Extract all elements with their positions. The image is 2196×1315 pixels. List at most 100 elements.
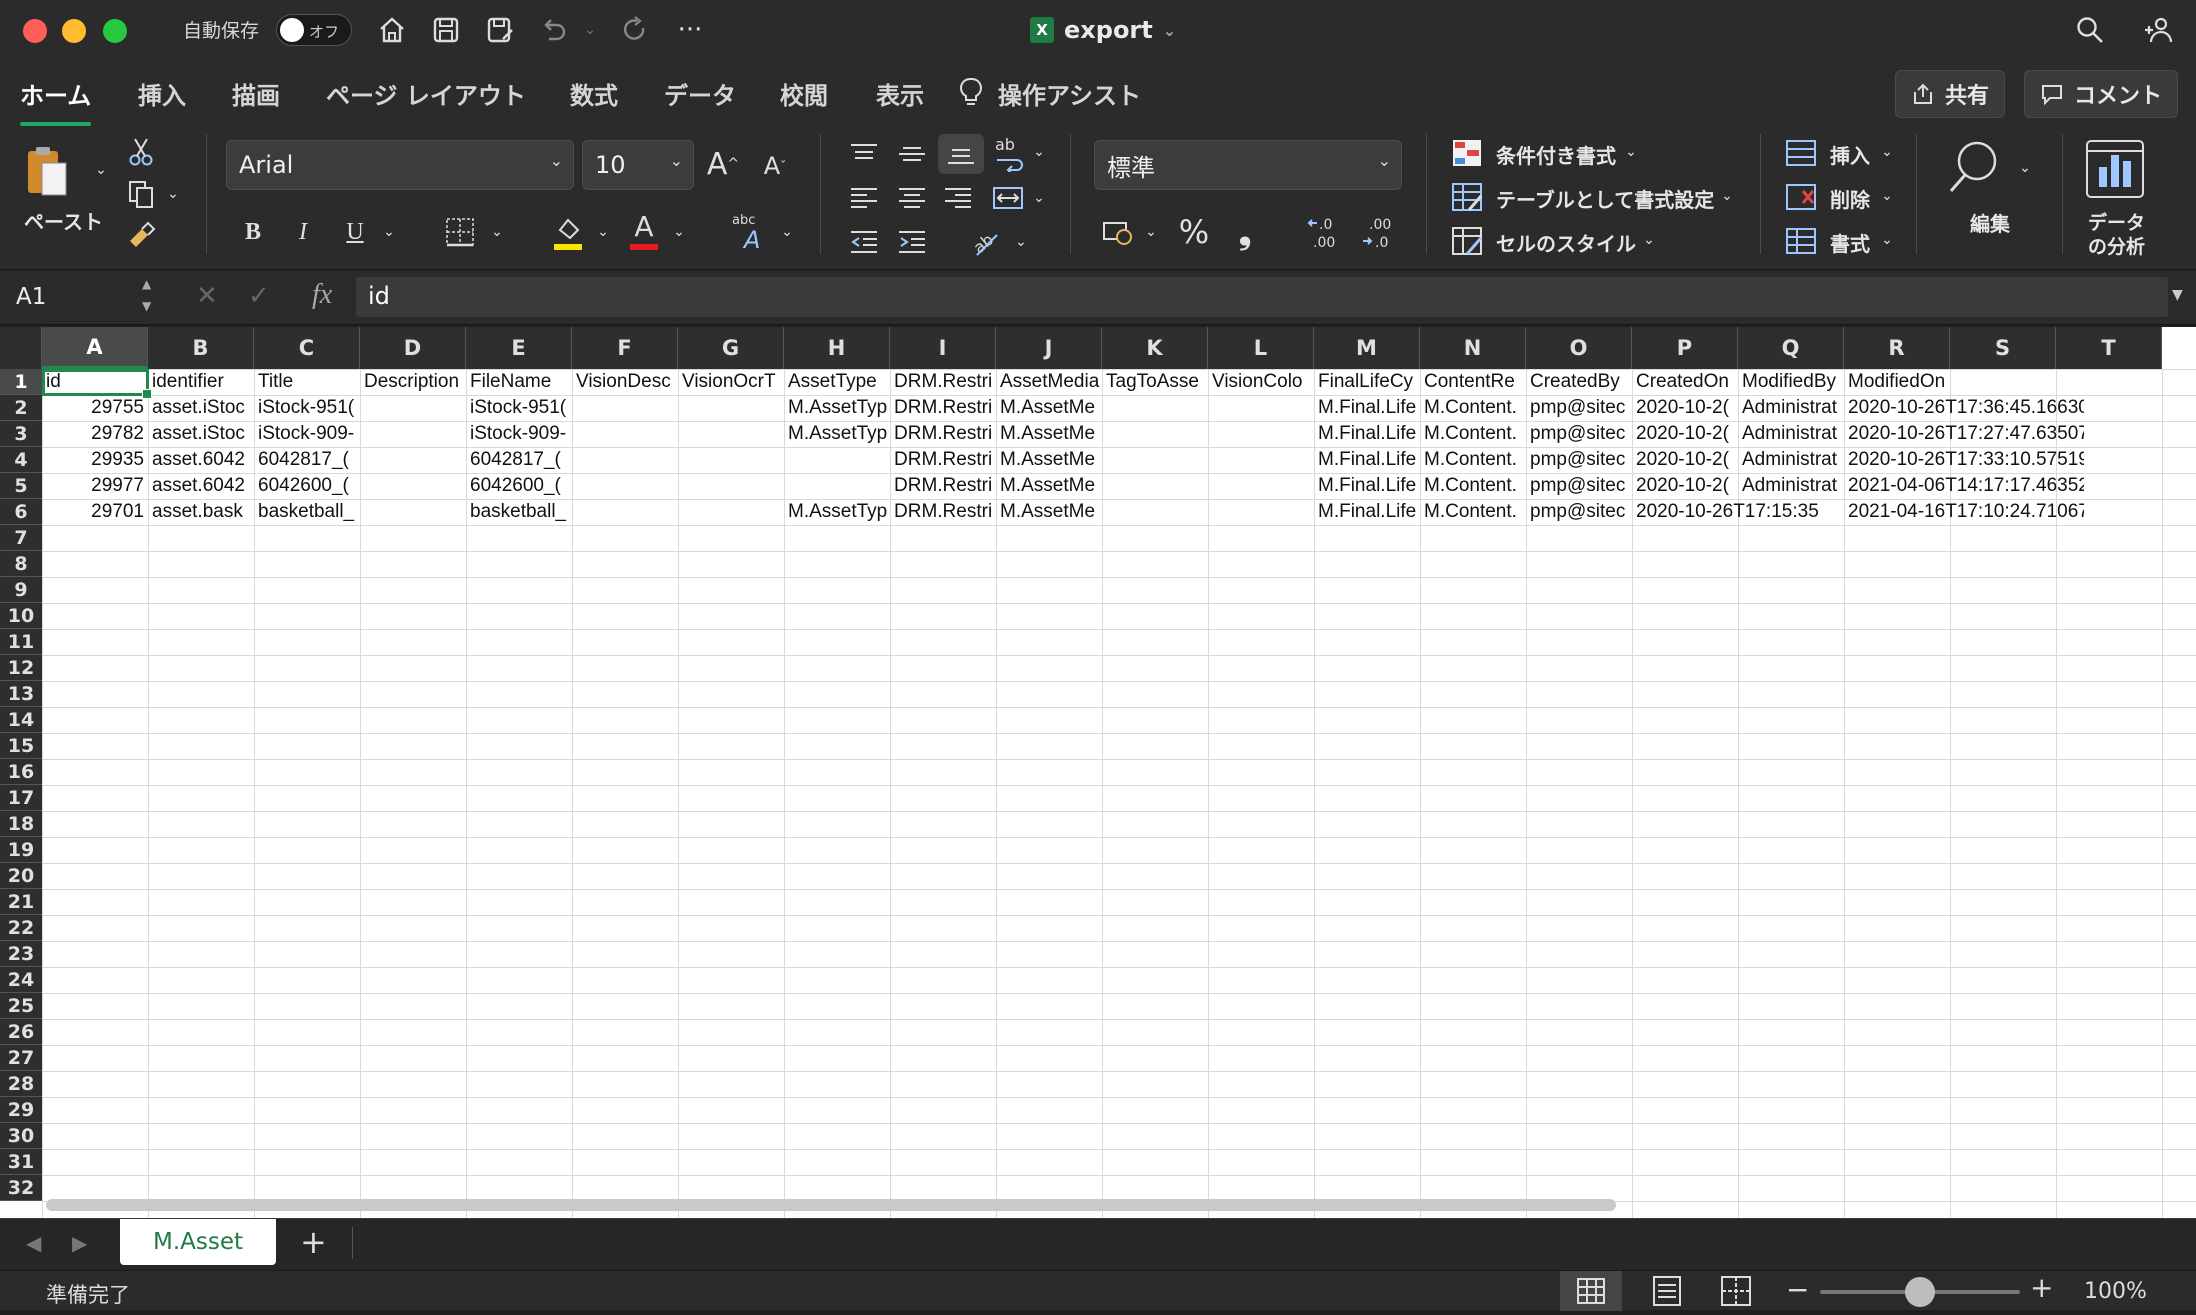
cell-i1[interactable]: DRM.Restri	[890, 369, 996, 395]
cell-e4[interactable]: 6042817_(	[466, 447, 572, 473]
column-header-t[interactable]: T	[2056, 327, 2162, 369]
format-as-table-label[interactable]: テーブルとして書式設定	[1496, 184, 1714, 213]
number-format-select[interactable]: 標準 ⌄	[1094, 140, 1402, 190]
align-center-icon[interactable]	[892, 180, 932, 216]
insert-cells-dropdown-icon[interactable]: ⌄	[1878, 140, 1896, 164]
column-header-m[interactable]: M	[1314, 327, 1420, 369]
format-painter-icon[interactable]	[124, 220, 158, 252]
column-header-h[interactable]: H	[784, 327, 890, 369]
cell-c4[interactable]: 6042817_(	[254, 447, 360, 473]
font-name-select[interactable]: Arial ⌄	[226, 140, 574, 190]
cell-i5[interactable]: DRM.Restri	[890, 473, 996, 499]
tab-data[interactable]: データ	[664, 76, 736, 111]
zoom-slider-thumb[interactable]	[1905, 1277, 1935, 1307]
page-break-view-icon[interactable]	[1706, 1275, 1766, 1307]
align-bottom-icon[interactable]	[938, 134, 984, 174]
column-header-a[interactable]: A	[42, 327, 148, 369]
row-header-4[interactable]: 4	[0, 447, 42, 473]
cell-d1[interactable]: Description	[360, 369, 466, 395]
orientation-icon[interactable]: ab	[966, 222, 1006, 262]
cell-c1[interactable]: Title	[254, 369, 360, 395]
account-icon[interactable]	[2138, 12, 2178, 48]
cell-o6[interactable]: pmp@sitec	[1526, 499, 1632, 525]
cell-n5[interactable]: M.Content.	[1420, 473, 1526, 499]
cell-a6[interactable]: 29701	[42, 499, 148, 525]
add-sheet-icon[interactable]: +	[300, 1223, 327, 1261]
row-header-26[interactable]: 26	[0, 1019, 42, 1045]
row-header-24[interactable]: 24	[0, 967, 42, 993]
search-icon[interactable]	[2072, 12, 2108, 48]
phonetic-icon[interactable]: abc A	[730, 210, 770, 252]
row-header-8[interactable]: 8	[0, 551, 42, 577]
row-header-25[interactable]: 25	[0, 993, 42, 1019]
column-header-n[interactable]: N	[1420, 327, 1526, 369]
zoom-window-button[interactable]	[103, 19, 127, 43]
cell-m6[interactable]: M.Final.Life	[1314, 499, 1420, 525]
row-header-14[interactable]: 14	[0, 707, 42, 733]
cell-a1[interactable]: id	[42, 369, 148, 395]
redo-icon[interactable]	[617, 12, 653, 48]
row-header-20[interactable]: 20	[0, 863, 42, 889]
name-box-up-icon[interactable]: ▲	[142, 277, 151, 291]
cell-l1[interactable]: VisionColo	[1208, 369, 1314, 395]
name-box-down-icon[interactable]: ▼	[142, 299, 151, 313]
column-header-j[interactable]: J	[996, 327, 1102, 369]
cell-b2[interactable]: asset.iStoc	[148, 395, 254, 421]
decrease-font-size-icon[interactable]: Aˇ	[758, 148, 792, 184]
row-header-29[interactable]: 29	[0, 1097, 42, 1123]
cell-e3[interactable]: iStock-909-	[466, 421, 572, 447]
tell-me-search[interactable]: 操作アシスト	[998, 76, 1141, 111]
cell-h6[interactable]: M.AssetTyp	[784, 499, 890, 525]
title-chevron-icon[interactable]: ⌄	[1163, 21, 1176, 40]
cell-m5[interactable]: M.Final.Life	[1314, 473, 1420, 499]
format-cells-dropdown-icon[interactable]: ⌄	[1878, 228, 1896, 252]
row-header-7[interactable]: 7	[0, 525, 42, 551]
increase-font-size-icon[interactable]: A ^	[706, 144, 740, 184]
row-header-5[interactable]: 5	[0, 473, 42, 499]
cell-styles-icon[interactable]	[1450, 224, 1484, 258]
borders-icon[interactable]	[442, 214, 478, 250]
increase-decimal-icon[interactable]: .0.00	[1306, 212, 1346, 252]
font-color-icon[interactable]: A	[628, 210, 660, 252]
borders-dropdown-icon[interactable]: ⌄	[488, 220, 506, 244]
column-header-q[interactable]: Q	[1738, 327, 1844, 369]
increase-indent-icon[interactable]	[892, 224, 932, 260]
column-header-i[interactable]: I	[890, 327, 996, 369]
cell-i6[interactable]: DRM.Restri	[890, 499, 996, 525]
column-header-s[interactable]: S	[1950, 327, 2056, 369]
cell-h2[interactable]: M.AssetTyp	[784, 395, 890, 421]
cell-c6[interactable]: basketball_	[254, 499, 360, 525]
cell-k1[interactable]: TagToAsse	[1102, 369, 1208, 395]
row-header-23[interactable]: 23	[0, 941, 42, 967]
tab-page-layout[interactable]: ページ レイアウト	[326, 76, 526, 111]
cell-o5[interactable]: pmp@sitec	[1526, 473, 1632, 499]
cell-r4[interactable]: 2020-10-26T17:33:10.5751958Z	[1844, 447, 2084, 473]
cell-p5[interactable]: 2020-10-2(	[1632, 473, 1738, 499]
font-size-select[interactable]: 10 ⌄	[582, 140, 694, 190]
cell-a3[interactable]: 29782	[42, 421, 148, 447]
cell-b6[interactable]: asset.bask	[148, 499, 254, 525]
row-header-6[interactable]: 6	[0, 499, 42, 525]
cell-p3[interactable]: 2020-10-2(	[1632, 421, 1738, 447]
orientation-dropdown-icon[interactable]: ⌄	[1012, 230, 1030, 254]
row-header-30[interactable]: 30	[0, 1123, 42, 1149]
column-header-o[interactable]: O	[1526, 327, 1632, 369]
more-icon[interactable]: ···	[672, 12, 708, 48]
cell-o1[interactable]: CreatedBy	[1526, 369, 1632, 395]
cell-m2[interactable]: M.Final.Life	[1314, 395, 1420, 421]
column-header-p[interactable]: P	[1632, 327, 1738, 369]
cancel-icon[interactable]: ✕	[196, 281, 218, 311]
row-header-10[interactable]: 10	[0, 603, 42, 629]
autosave-toggle[interactable]: オフ	[276, 14, 352, 46]
cell-m3[interactable]: M.Final.Life	[1314, 421, 1420, 447]
cell-r2[interactable]: 2020-10-26T17:36:45.1663030Z	[1844, 395, 2084, 421]
cell-q5[interactable]: Administrat	[1738, 473, 1844, 499]
row-header-28[interactable]: 28	[0, 1071, 42, 1097]
cell-r6[interactable]: 2021-04-16T17:10:24.7106794Z	[1844, 499, 2084, 525]
cell-i4[interactable]: DRM.Restri	[890, 447, 996, 473]
paste-icon[interactable]	[22, 142, 72, 200]
cut-icon[interactable]	[126, 136, 156, 168]
column-header-c[interactable]: C	[254, 327, 360, 369]
tab-draw[interactable]: 描画	[232, 76, 280, 111]
wrap-text-dropdown-icon[interactable]: ⌄	[1030, 140, 1048, 164]
